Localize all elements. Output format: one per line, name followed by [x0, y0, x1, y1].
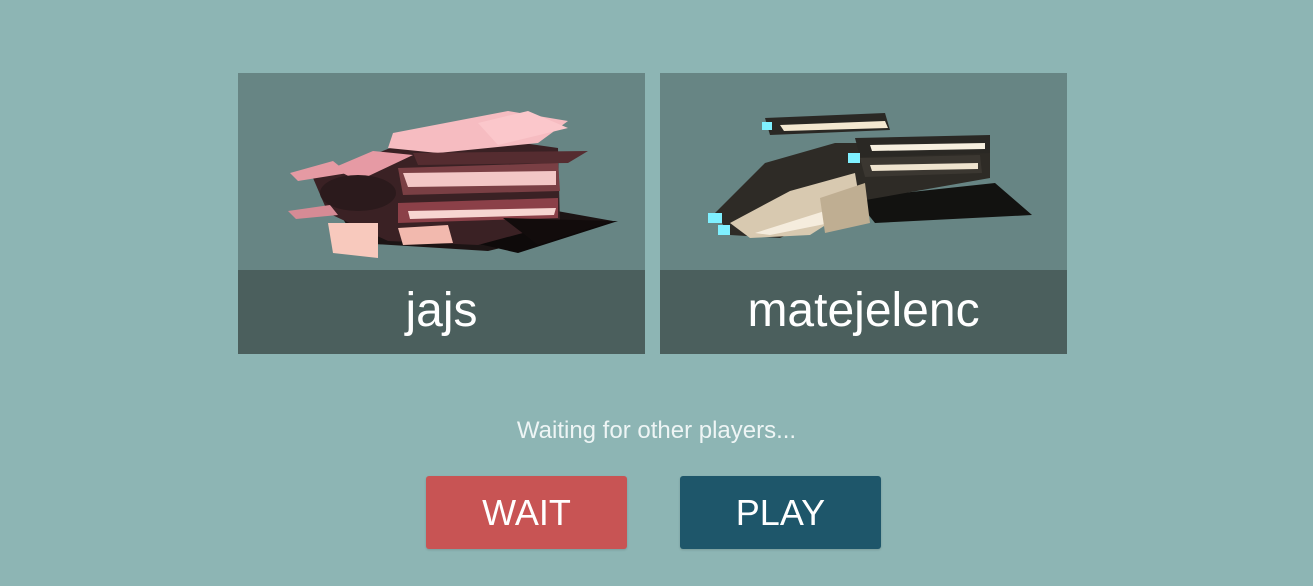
player-card-jajs: jajs — [238, 73, 645, 354]
player-name: matejelenc — [747, 284, 980, 337]
player-card-matejelenc: matejelenc — [660, 73, 1067, 354]
play-button[interactable]: PLAY — [680, 476, 881, 549]
waiting-status-text: Waiting for other players... — [516, 417, 797, 444]
tan-spaceship-icon — [708, 113, 1032, 238]
player-name-bar: matejelenc — [660, 270, 1067, 354]
player-name: jajs — [405, 284, 478, 337]
player-name-bar: jajs — [238, 270, 645, 354]
pink-spaceship-icon — [288, 111, 618, 258]
wait-button[interactable]: WAIT — [426, 476, 627, 549]
